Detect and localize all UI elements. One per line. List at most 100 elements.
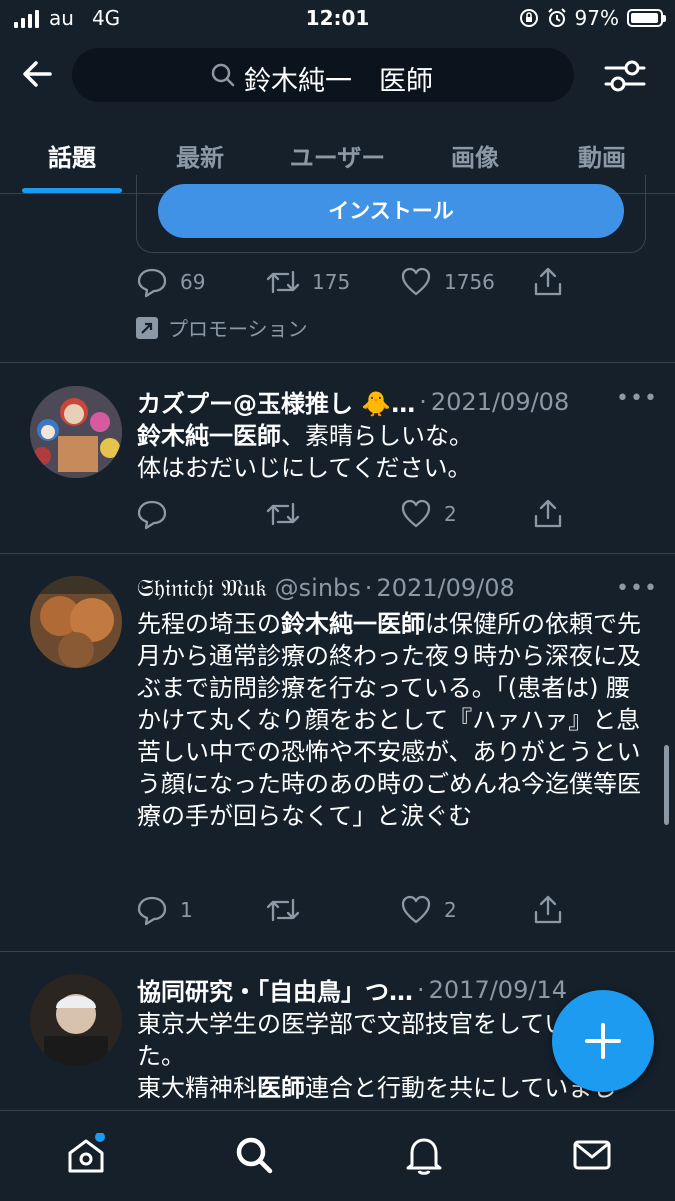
nav-messages[interactable] <box>570 1133 614 1181</box>
retweet-icon <box>266 502 300 526</box>
avatar[interactable] <box>30 576 122 668</box>
compose-button[interactable] <box>552 990 654 1092</box>
tweet-header: 𝔖𝔥𝔦𝔫𝔦𝔠𝔥𝔦 𝔐𝔲𝔨 @sinbs · 2021/09/08 <box>137 574 515 602</box>
separator-dot: · <box>417 975 425 1004</box>
mail-icon <box>573 1140 611 1170</box>
tweet-highlight: 医師 <box>257 1074 305 1102</box>
reply-action[interactable]: 1 <box>136 894 193 926</box>
battery-percent: 97% <box>574 6 619 30</box>
heart-icon <box>401 895 431 924</box>
reply-count: 1 <box>180 898 193 922</box>
promoted-actions: 69 175 1756 <box>136 266 576 302</box>
heart-icon <box>401 499 431 528</box>
promoted-icon <box>136 316 158 339</box>
like-action[interactable]: 2 <box>400 894 457 926</box>
tweet-date[interactable]: 2017/09/14 <box>429 976 567 1004</box>
share-action[interactable] <box>532 498 564 530</box>
filter-settings-icon[interactable] <box>604 56 646 96</box>
status-bar: au 4G 12:01 97% <box>0 0 675 38</box>
scrollbar[interactable] <box>664 745 669 825</box>
install-button[interactable]: インストール <box>158 184 624 238</box>
tweet-text[interactable]: 鈴木純一医師、素晴らしいな。 体はおだいじにしてください。 <box>137 420 647 484</box>
plus-icon <box>585 1023 621 1059</box>
avatar-image <box>30 576 122 668</box>
back-arrow-icon[interactable] <box>18 54 58 94</box>
separator-dot: · <box>419 387 427 416</box>
avatar[interactable] <box>30 386 122 478</box>
reply-count: 69 <box>180 270 206 294</box>
like-action[interactable]: 1756 <box>400 266 495 298</box>
alarm-icon <box>547 8 566 27</box>
tweet-text-part: は保健所の依頼で先月から通常診療の終わった夜９時から深夜に及ぶまで訪問診療を行な… <box>137 610 641 830</box>
avatar-image <box>30 386 122 478</box>
share-action[interactable] <box>532 894 564 926</box>
battery-fill <box>631 13 659 23</box>
tweet-text-line: 体はおだいじにしてください。 <box>137 454 472 482</box>
retweet-count: 175 <box>312 270 351 294</box>
tweet-text[interactable]: 先程の埼玉の鈴木純一医師は保健所の依頼で先月から通常診療の終わった夜９時から深夜… <box>137 608 642 832</box>
nav-search[interactable] <box>232 1133 276 1181</box>
avatar[interactable] <box>30 974 122 1066</box>
display-name[interactable]: 協同研究・「自由鳥」つ… <box>137 972 413 1007</box>
share-icon <box>534 267 562 296</box>
bottom-navigation <box>0 1110 675 1201</box>
divider <box>0 362 675 363</box>
tab-top[interactable]: 話題 <box>22 138 122 173</box>
tweet-highlight: 鈴木純一医師 <box>137 422 281 450</box>
bell-icon <box>406 1138 442 1175</box>
divider <box>0 553 675 554</box>
search-query: 鈴木純一 医師 <box>244 66 433 97</box>
retweet-action[interactable] <box>266 498 300 530</box>
tweet-text-part: 先程の埼玉の <box>137 610 281 638</box>
more-options-icon[interactable]: ••• <box>616 576 658 601</box>
reply-icon <box>137 500 167 530</box>
tweet-text-part: 、素晴らしいな。 <box>281 422 473 450</box>
search-icon <box>236 1137 273 1174</box>
status-right: 97% <box>519 6 666 30</box>
search-header: 鈴木純一 医師 <box>0 40 675 112</box>
promotion-text: プロモーション <box>168 317 308 341</box>
reply-icon <box>137 268 167 298</box>
tweet-date[interactable]: 2021/09/08 <box>431 388 569 416</box>
reply-action[interactable] <box>136 498 168 530</box>
user-handle[interactable]: @sinbs <box>275 574 361 602</box>
retweet-icon <box>266 898 300 922</box>
display-name[interactable]: 𝔖𝔥𝔦𝔫𝔦𝔠𝔥𝔦 𝔐𝔲𝔨 <box>137 574 267 602</box>
nav-notifications[interactable] <box>402 1133 446 1181</box>
tweet-text-line: 東京大学生の医学部で文部技官をしていました。 <box>137 1010 617 1070</box>
tab-images[interactable]: 画像 <box>425 138 525 173</box>
promotion-label: プロモーション <box>136 313 308 342</box>
like-count: 2 <box>444 502 457 526</box>
like-action[interactable]: 2 <box>400 498 457 530</box>
tab-users[interactable]: ユーザー <box>275 138 400 173</box>
tab-videos[interactable]: 動画 <box>552 138 652 173</box>
tweet-actions: 1 2 <box>136 894 576 930</box>
share-icon <box>534 499 562 528</box>
display-name[interactable]: カズプー@玉様推し 🐥… <box>137 384 415 419</box>
retweet-icon <box>266 270 300 294</box>
reply-action[interactable]: 69 <box>136 266 205 298</box>
tweet-highlight: 鈴木純一医師 <box>281 610 425 638</box>
like-count: 2 <box>444 898 457 922</box>
heart-icon <box>401 267 431 296</box>
active-tab-indicator <box>22 188 122 193</box>
retweet-action[interactable]: 175 <box>266 266 350 298</box>
tweet-actions: 2 <box>136 498 576 534</box>
tweet-header: カズプー@玉様推し 🐥… · 2021/09/08 <box>137 384 569 419</box>
retweet-action[interactable] <box>266 894 300 926</box>
share-action[interactable] <box>532 266 564 298</box>
battery-icon <box>627 9 666 27</box>
tweet-header: 協同研究・「自由鳥」つ… · 2017/09/14 <box>137 972 567 1007</box>
search-input[interactable]: 鈴木純一 医師 <box>72 48 574 102</box>
avatar-image <box>30 974 122 1066</box>
tab-latest[interactable]: 最新 <box>150 138 250 173</box>
search-icon <box>211 63 235 87</box>
divider <box>0 951 675 952</box>
more-options-icon[interactable]: ••• <box>616 386 658 411</box>
tweet-date[interactable]: 2021/09/08 <box>376 574 514 602</box>
orientation-lock-icon <box>519 9 538 27</box>
nav-home[interactable] <box>64 1132 108 1181</box>
tweet-text-part: 東大精神科 <box>137 1074 257 1102</box>
like-count: 1756 <box>444 270 495 294</box>
reply-icon <box>137 896 167 926</box>
